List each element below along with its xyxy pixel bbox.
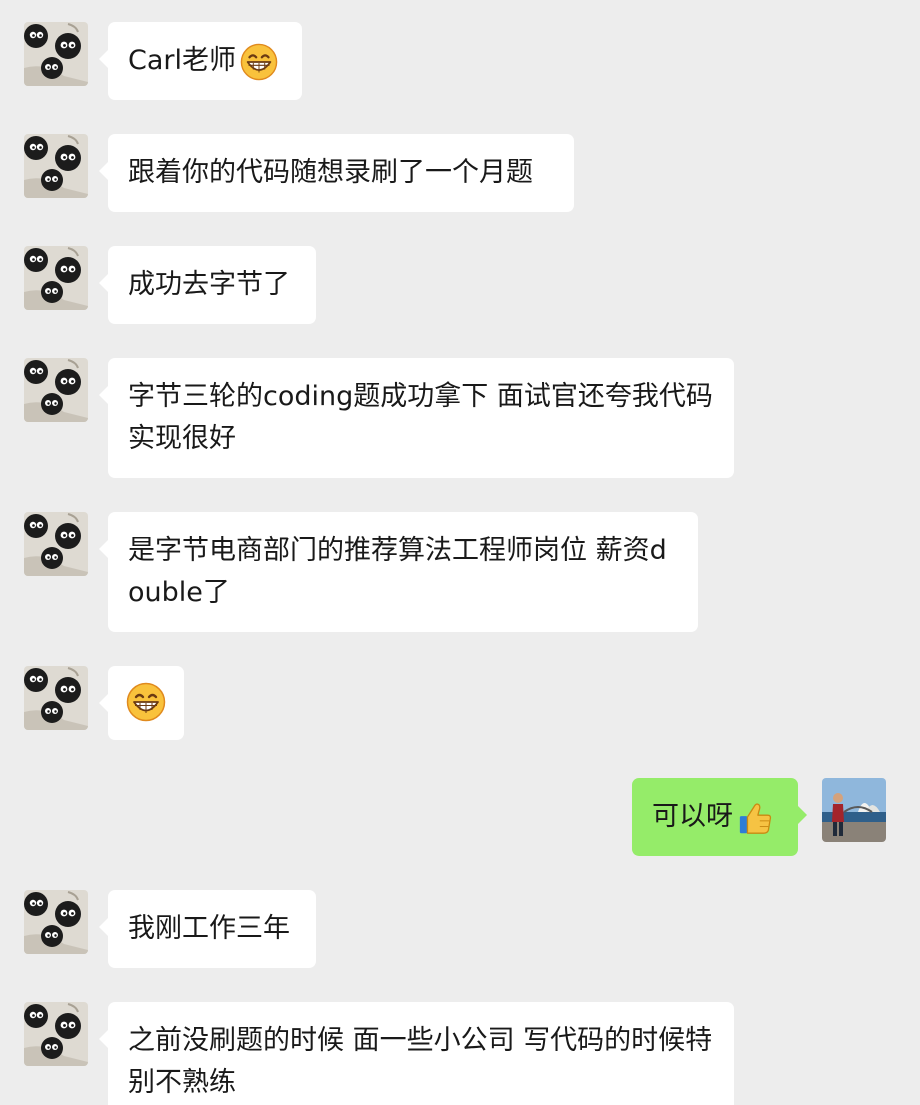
chat-window: Carl老师 跟着你的代码随想录刷了一个月题 成功去字节了 字节三轮的codin… (0, 0, 920, 1105)
contact-avatar[interactable] (24, 890, 88, 954)
message-bubble[interactable]: 字节三轮的coding题成功拿下 面试官还夸我代码实现很好 (99, 358, 734, 478)
thumbs-up-icon (737, 799, 775, 837)
message-text: 是字节电商部门的推荐算法工程师岗位 薪资double了 (128, 535, 667, 608)
message-bubble[interactable]: 是字节电商部门的推荐算法工程师岗位 薪资double了 (99, 512, 698, 632)
grinning-face-icon (240, 43, 278, 81)
message-row: 我刚工作三年 (24, 890, 324, 968)
message-text: 我刚工作三年 (128, 913, 290, 944)
my-avatar[interactable] (822, 778, 886, 842)
message-text: 之前没刷题的时候 面一些小公司 写代码的时候特别不熟练 (128, 1025, 713, 1098)
message-row: 可以呀 (630, 778, 886, 856)
message-bubble[interactable]: 我刚工作三年 (99, 890, 316, 968)
message-bubble[interactable]: Carl老师 (99, 22, 302, 100)
contact-avatar[interactable] (24, 1002, 88, 1066)
contact-avatar[interactable] (24, 666, 88, 730)
message-text: 字节三轮的coding题成功拿下 面试官还夸我代码实现很好 (128, 381, 713, 454)
message-text: Carl老师 (128, 45, 236, 76)
message-row: 是字节电商部门的推荐算法工程师岗位 薪资double了 (24, 512, 704, 632)
message-row: 成功去字节了 (24, 246, 324, 324)
message-text: 可以呀 (652, 801, 733, 832)
message-bubble[interactable] (99, 666, 184, 740)
message-bubble[interactable]: 可以呀 (632, 778, 807, 856)
message-row: 字节三轮的coding题成功拿下 面试官还夸我代码实现很好 (24, 358, 736, 478)
message-row: Carl老师 (24, 22, 324, 100)
contact-avatar[interactable] (24, 22, 88, 86)
contact-avatar[interactable] (24, 246, 88, 310)
message-text: 成功去字节了 (128, 269, 290, 300)
message-bubble[interactable]: 成功去字节了 (99, 246, 316, 324)
message-text: 跟着你的代码随想录刷了一个月题 (128, 157, 533, 188)
message-bubble[interactable]: 之前没刷题的时候 面一些小公司 写代码的时候特别不熟练 (99, 1002, 734, 1105)
contact-avatar[interactable] (24, 512, 88, 576)
grinning-face-icon (126, 682, 166, 722)
contact-avatar[interactable] (24, 358, 88, 422)
message-row: 之前没刷题的时候 面一些小公司 写代码的时候特别不熟练 (24, 1002, 736, 1105)
contact-avatar[interactable] (24, 134, 88, 198)
message-bubble[interactable]: 跟着你的代码随想录刷了一个月题 (99, 134, 574, 212)
message-row (24, 666, 224, 742)
message-row: 跟着你的代码随想录刷了一个月题 (24, 134, 584, 212)
